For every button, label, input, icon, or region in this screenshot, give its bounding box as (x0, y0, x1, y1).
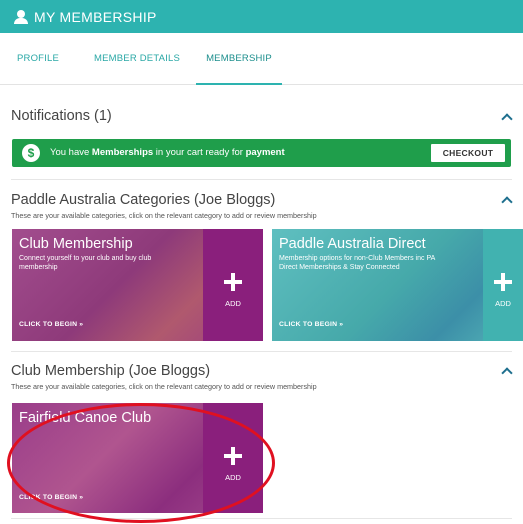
page-title: MY MEMBERSHIP (34, 8, 157, 25)
user-icon (14, 9, 28, 24)
chevron-up-icon[interactable] (501, 196, 513, 208)
section-divider (11, 351, 512, 352)
card-title: Fairfield Canoe Club (19, 410, 152, 426)
add-button[interactable]: ADD (203, 229, 263, 341)
categories-title: Paddle Australia Categories (Joe Bloggs) (11, 192, 276, 208)
click-to-begin-link[interactable]: CLICK TO BEGIN » (19, 321, 83, 328)
add-label: ADD (495, 299, 511, 308)
cart-notification: $ You have Memberships in your cart read… (12, 139, 511, 167)
plus-icon (224, 273, 242, 291)
section-divider (11, 179, 512, 180)
checkout-button[interactable]: CHECKOUT (431, 144, 505, 162)
tab-profile[interactable]: PROFILE (14, 33, 62, 85)
chevron-up-icon[interactable] (501, 367, 513, 379)
club-membership-subtitle: These are your available categories, cli… (11, 382, 317, 391)
chevron-up-icon[interactable] (501, 113, 513, 125)
add-button[interactable]: ADD (203, 403, 263, 513)
add-label: ADD (225, 473, 241, 482)
card-description: Membership options for non-Club Members … (279, 255, 435, 271)
dollar-icon: $ (22, 144, 40, 162)
club-membership-title: Club Membership (Joe Bloggs) (11, 363, 211, 379)
add-label: ADD (225, 299, 241, 308)
card-description: Connect yourself to your club and buy cl… (19, 255, 152, 271)
tab-member-details[interactable]: MEMBER DETAILS (88, 33, 186, 85)
add-button[interactable]: ADD (483, 229, 523, 341)
plus-icon (224, 447, 242, 465)
page-header: MY MEMBERSHIP (0, 0, 523, 33)
notifications-title: Notifications (1) (11, 108, 112, 124)
categories-subtitle: These are your available categories, cli… (11, 211, 317, 220)
card-title: Club Membership (19, 236, 133, 252)
card-title: Paddle Australia Direct (279, 236, 426, 252)
tab-membership[interactable]: MEMBERSHIP (196, 33, 282, 85)
click-to-begin-link[interactable]: CLICK TO BEGIN » (279, 321, 343, 328)
plus-icon (494, 273, 512, 291)
club-membership-card[interactable]: Club Membership Connect yourself to your… (12, 229, 263, 341)
paddle-australia-direct-card[interactable]: Paddle Australia Direct Membership optio… (272, 229, 523, 341)
fairfield-canoe-club-card[interactable]: Fairfield Canoe Club ADD CLICK TO BEGIN … (12, 403, 263, 513)
click-to-begin-link[interactable]: CLICK TO BEGIN » (19, 494, 83, 501)
section-divider (11, 518, 512, 519)
tab-bar: PROFILE MEMBER DETAILS MEMBERSHIP (0, 33, 523, 85)
notification-message: You have Memberships in your cart ready … (50, 147, 285, 158)
